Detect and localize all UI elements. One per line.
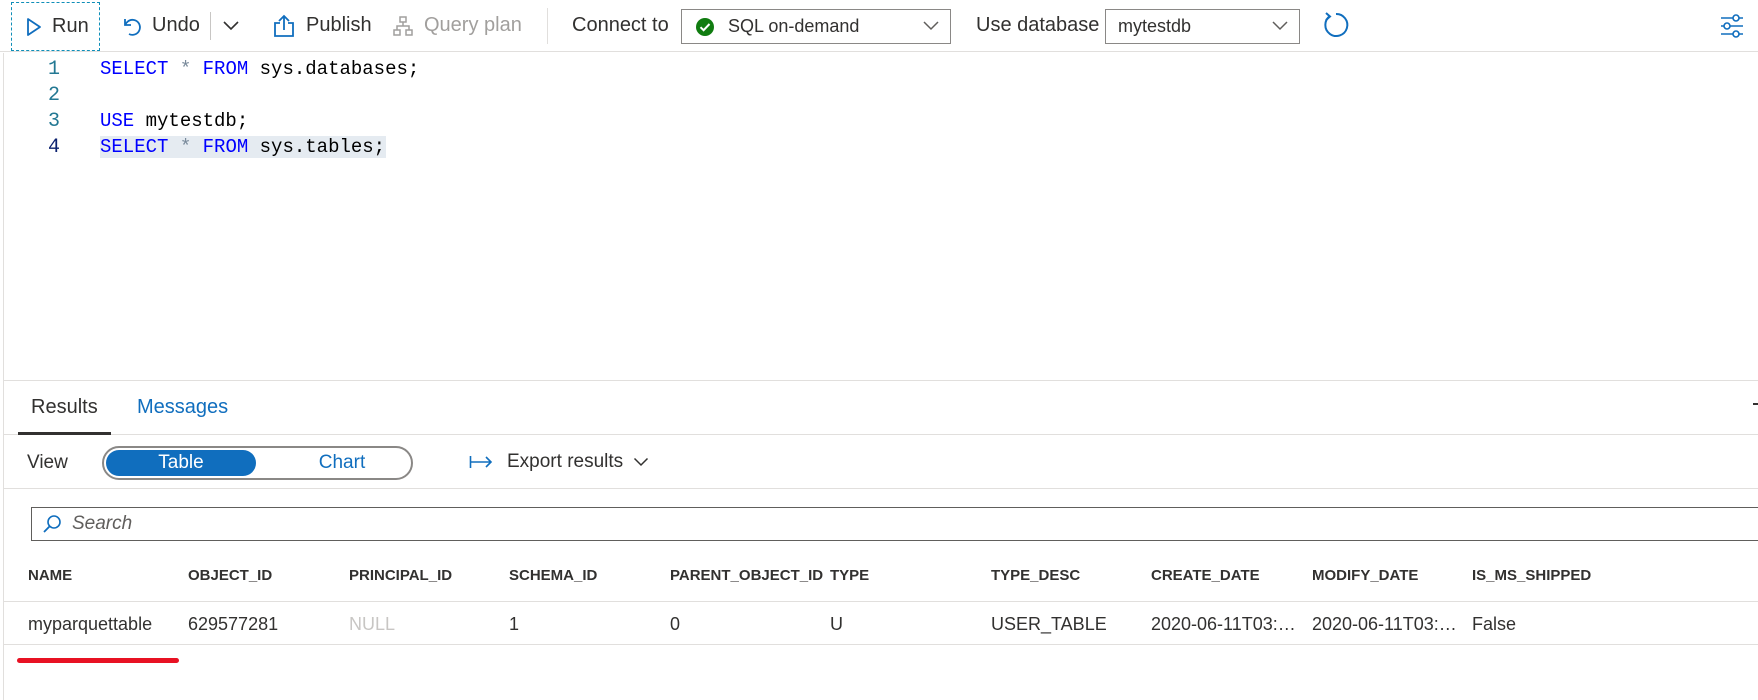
code-line: 3 USE mytestdb;: [4, 107, 1758, 135]
connect-to-label: Connect to: [572, 14, 669, 36]
column-header[interactable]: TYPE_DESC: [991, 567, 1080, 584]
sql-operator: *: [168, 136, 203, 158]
sql-operator: *: [168, 58, 203, 80]
publish-button[interactable]: Publish: [262, 0, 382, 52]
publish-icon: [274, 14, 294, 37]
toolbar: Run Undo Publish Query plan Connect to S…: [0, 0, 1758, 52]
code-text: USE mytestdb;: [100, 110, 248, 132]
column-header[interactable]: NAME: [28, 567, 72, 584]
view-toggle: Table Chart: [102, 446, 413, 480]
column-header[interactable]: SCHEMA_ID: [509, 567, 597, 584]
table-cell: 0: [670, 614, 681, 634]
table-cell: NULL: [349, 614, 396, 634]
results-tabs: Results Messages: [4, 381, 1758, 435]
publish-label: Publish: [306, 14, 372, 36]
table-cell: 2020-06-11T03:1...: [1312, 614, 1462, 634]
undo-button[interactable]: Undo: [112, 0, 210, 52]
code-text: SELECT * FROM sys.databases;: [100, 58, 419, 80]
table-cell: False: [1472, 614, 1517, 634]
query-plan-button[interactable]: Query plan: [382, 0, 532, 52]
column-header[interactable]: OBJECT_ID: [188, 567, 272, 584]
query-plan-label: Query plan: [424, 14, 522, 36]
query-plan-icon: [393, 15, 413, 36]
undo-icon: [124, 18, 141, 36]
refresh-button[interactable]: [1321, 10, 1351, 40]
sql-keyword: SELECT: [100, 58, 169, 80]
column-header[interactable]: PARENT_OBJECT_ID: [670, 567, 823, 584]
annotation-underline: [17, 658, 179, 663]
view-label: View: [27, 452, 68, 473]
table-row[interactable]: myparquettable 629577281 NULL 1 0 U USER…: [4, 601, 1758, 645]
collapse-pane-button[interactable]: [1753, 403, 1758, 405]
table-cell: 629577281: [188, 614, 279, 634]
chevron-down-icon: [1272, 21, 1288, 31]
line-number: 1: [47, 57, 60, 81]
table-cell: 2020-06-11T03:1...: [1151, 614, 1301, 634]
chevron-down-icon: [923, 21, 939, 31]
search-icon: [43, 515, 61, 533]
refresh-icon: [1324, 12, 1349, 37]
column-header[interactable]: PRINCIPAL_ID: [349, 567, 452, 584]
code-line: 4 SELECT * FROM sys.tables;: [4, 133, 1758, 161]
search-input[interactable]: [72, 513, 1672, 535]
table-header: NAME OBJECT_ID PRINCIPAL_ID SCHEMA_ID PA…: [4, 567, 1758, 593]
export-arrow-icon: [469, 456, 493, 468]
column-header[interactable]: IS_MS_SHIPPED: [1472, 567, 1591, 584]
tab-results[interactable]: Results: [31, 396, 98, 419]
column-header[interactable]: TYPE: [830, 567, 869, 584]
sql-identifier: mytestdb;: [134, 110, 249, 132]
sql-keyword: USE: [100, 110, 135, 132]
results-search: [31, 507, 1758, 541]
export-results-label: Export results: [507, 451, 624, 472]
code-line: 2: [4, 81, 1758, 109]
sql-identifier: sys.databases;: [248, 58, 420, 80]
undo-label: Undo: [152, 14, 200, 36]
sql-keyword: FROM: [202, 136, 249, 158]
sliders-icon: [1721, 14, 1743, 38]
table-cell: 1: [509, 614, 520, 634]
run-label: Run: [52, 15, 89, 37]
sql-identifier: sys.tables;: [248, 136, 386, 158]
chevron-down-icon: [223, 21, 239, 31]
code-line: 1 SELECT * FROM sys.databases;: [4, 55, 1758, 83]
column-header[interactable]: CREATE_DATE: [1151, 567, 1260, 584]
database-value: mytestdb: [1118, 16, 1192, 36]
code-text-selected: SELECT * FROM sys.tables;: [100, 136, 387, 158]
run-button[interactable]: Run: [11, 2, 100, 51]
view-bar: View Table Chart Export results: [4, 435, 1758, 489]
sql-keyword: SELECT: [100, 136, 169, 158]
sql-editor[interactable]: 1 SELECT * FROM sys.databases; 2 3 USE m…: [3, 53, 1758, 380]
view-table-option[interactable]: Table: [106, 450, 256, 476]
table-cell: myparquettable: [28, 614, 153, 634]
column-header[interactable]: MODIFY_DATE: [1312, 567, 1418, 584]
connect-to-dropdown[interactable]: SQL on-demand: [681, 9, 951, 44]
connect-to-value: SQL on-demand: [728, 16, 860, 36]
tab-messages[interactable]: Messages: [137, 396, 228, 419]
results-pane: Results Messages View Table Chart Export…: [3, 380, 1758, 700]
line-number: 2: [47, 83, 60, 107]
table-cell: U: [830, 614, 843, 634]
check-circle-icon: [696, 17, 714, 36]
use-database-label: Use database: [976, 14, 1100, 36]
export-results-button[interactable]: Export results: [469, 435, 649, 489]
properties-button[interactable]: [1718, 12, 1746, 40]
more-options-button[interactable]: [222, 0, 240, 52]
sql-keyword: FROM: [202, 58, 249, 80]
line-number: 3: [47, 109, 60, 133]
toolbar-divider: [547, 8, 548, 44]
line-number: 4: [47, 135, 60, 159]
toolbar-divider: [210, 12, 211, 40]
table-cell: USER_TABLE: [991, 614, 1107, 634]
chevron-down-icon: [634, 457, 649, 467]
play-icon: [27, 17, 41, 36]
database-dropdown[interactable]: mytestdb: [1105, 9, 1300, 44]
view-chart-option[interactable]: Chart: [272, 450, 412, 476]
